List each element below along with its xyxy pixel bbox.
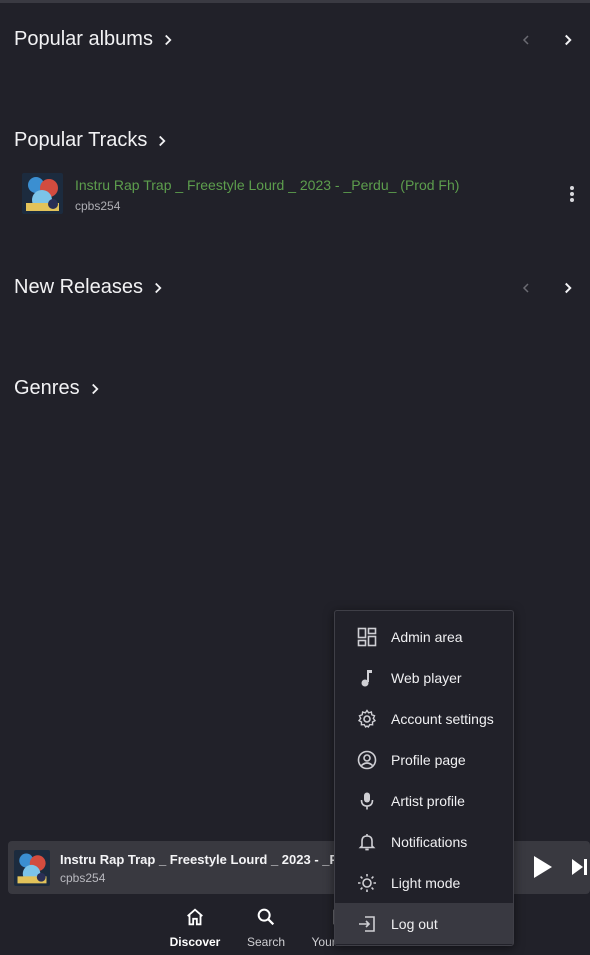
menu-item-account-settings[interactable]: Account settings bbox=[335, 698, 513, 739]
menu-item-web-player[interactable]: Web player bbox=[335, 657, 513, 698]
menu-item-label: Log out bbox=[391, 915, 438, 932]
popular-albums-heading[interactable]: Popular albums bbox=[14, 28, 177, 51]
chevron-right-icon bbox=[155, 282, 162, 293]
user-menu: Admin area Web player Account settings P… bbox=[334, 610, 514, 946]
player-artwork[interactable] bbox=[14, 850, 50, 886]
chevron-right-icon bbox=[159, 135, 166, 146]
chevron-left-icon bbox=[522, 35, 529, 45]
genres-label: Genres bbox=[14, 377, 80, 399]
player-track-artist[interactable]: cpbs254 bbox=[60, 871, 105, 885]
account-circle-icon bbox=[356, 749, 378, 771]
menu-item-artist-profile[interactable]: Artist profile bbox=[335, 780, 513, 821]
nav-search-label: Search bbox=[246, 935, 286, 949]
new-releases-carousel-nav bbox=[512, 274, 582, 302]
popular-tracks-heading[interactable]: Popular Tracks bbox=[14, 129, 171, 152]
bell-icon bbox=[356, 831, 378, 853]
carousel-next-button[interactable] bbox=[554, 274, 582, 302]
carousel-next-button[interactable] bbox=[554, 26, 582, 54]
new-releases-heading[interactable]: New Releases bbox=[14, 276, 167, 299]
sun-icon bbox=[356, 872, 378, 894]
menu-item-profile-page[interactable]: Profile page bbox=[335, 739, 513, 780]
menu-item-admin-area[interactable]: Admin area bbox=[335, 616, 513, 657]
microphone-icon bbox=[356, 790, 378, 812]
nav-discover-label: Discover bbox=[169, 935, 221, 949]
new-releases-label: New Releases bbox=[14, 276, 143, 298]
chevron-right-icon bbox=[565, 282, 572, 294]
search-icon bbox=[257, 908, 275, 926]
logout-icon bbox=[356, 913, 378, 935]
home-icon bbox=[187, 908, 203, 926]
menu-item-notifications[interactable]: Notifications bbox=[335, 821, 513, 862]
music-note-icon bbox=[356, 667, 378, 689]
menu-item-light-mode[interactable]: Light mode bbox=[335, 862, 513, 903]
menu-item-label: Profile page bbox=[391, 751, 466, 768]
nav-discover[interactable]: Discover bbox=[160, 906, 230, 949]
next-track-button[interactable] bbox=[570, 855, 590, 879]
more-vertical-icon bbox=[570, 186, 574, 202]
player-track-title[interactable]: Instru Rap Trap _ Freestyle Lourd _ 2023… bbox=[60, 852, 360, 867]
menu-item-label: Notifications bbox=[391, 833, 468, 850]
menu-item-label: Admin area bbox=[391, 628, 463, 645]
menu-item-label: Web player bbox=[391, 669, 462, 686]
genres-heading[interactable]: Genres bbox=[14, 377, 104, 400]
chevron-right-icon bbox=[165, 34, 172, 45]
menu-item-label: Account settings bbox=[391, 710, 494, 727]
carousel-prev-button[interactable] bbox=[512, 26, 540, 54]
popular-albums-carousel-nav bbox=[512, 26, 582, 54]
popular-tracks-label: Popular Tracks bbox=[14, 129, 148, 151]
track-title-link[interactable]: Instru Rap Trap _ Freestyle Lourd _ 2023… bbox=[75, 177, 459, 193]
chevron-right-icon bbox=[565, 34, 572, 46]
track-more-options-button[interactable] bbox=[562, 182, 582, 206]
popular-albums-label: Popular albums bbox=[14, 28, 153, 50]
dashboard-icon bbox=[356, 626, 378, 648]
menu-item-log-out[interactable]: Log out bbox=[335, 903, 513, 944]
track-artist-link[interactable]: cpbs254 bbox=[75, 199, 120, 213]
menu-item-label: Light mode bbox=[391, 874, 461, 891]
top-divider bbox=[0, 0, 590, 3]
chevron-left-icon bbox=[522, 283, 529, 293]
nav-search[interactable]: Search bbox=[231, 906, 301, 949]
track-artwork[interactable] bbox=[22, 173, 63, 214]
chevron-right-icon bbox=[91, 383, 99, 394]
carousel-prev-button[interactable] bbox=[512, 274, 540, 302]
menu-item-label: Artist profile bbox=[391, 792, 465, 809]
gear-icon bbox=[356, 708, 378, 730]
play-button[interactable] bbox=[530, 854, 554, 880]
track-row[interactable]: Instru Rap Trap _ Freestyle Lourd _ 2023… bbox=[22, 173, 582, 215]
